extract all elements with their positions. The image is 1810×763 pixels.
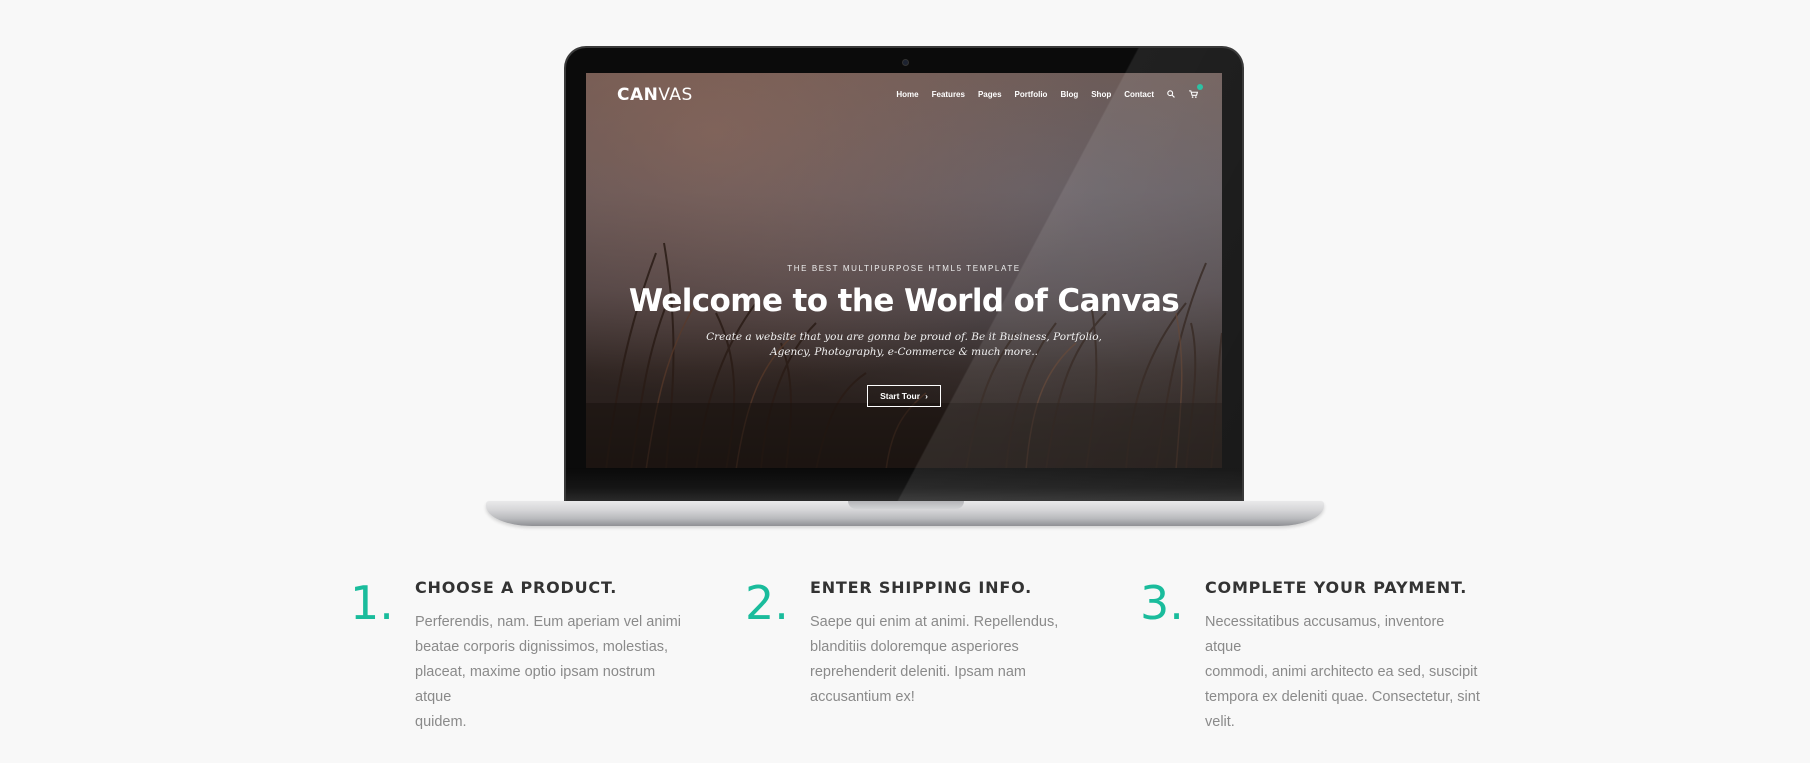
hero-description: Create a website that you are gonna be p… bbox=[704, 330, 1104, 360]
step-text-line: Saepe qui enim at animi. Repellendus, bbox=[810, 614, 1059, 630]
start-tour-button[interactable]: Start Tour › bbox=[867, 385, 941, 407]
nav-blog[interactable]: Blog bbox=[1060, 90, 1078, 99]
camera-icon bbox=[902, 59, 909, 66]
cart-icon[interactable] bbox=[1188, 84, 1203, 99]
step-text: Perferendis, nam. Eum aperiam vel animi … bbox=[415, 610, 691, 735]
laptop-base bbox=[486, 501, 1324, 526]
step-text-line: Necessitatibus accusamus, inventore atqu… bbox=[1205, 614, 1445, 655]
step-text-line: Perferendis, nam. Eum aperiam vel animi bbox=[415, 614, 681, 630]
step-text-line: beatae corporis dignissimos, molestias, bbox=[415, 639, 669, 655]
nav-features[interactable]: Features bbox=[932, 90, 965, 99]
step-text-line: placeat, maxime optio ipsam nostrum atqu… bbox=[415, 664, 656, 705]
step-1: 1. CHOOSE A PRODUCT. Perferendis, nam. E… bbox=[350, 570, 690, 730]
nav-portfolio[interactable]: Portfolio bbox=[1015, 90, 1048, 99]
logo-light-text: VAS bbox=[658, 85, 693, 105]
step-number: 1. bbox=[350, 576, 394, 630]
cart-count-badge bbox=[1197, 84, 1203, 90]
hero-desc-line-1: Create a website that you are gonna be p… bbox=[706, 331, 1102, 343]
step-text: Necessitatibus accusamus, inventore atqu… bbox=[1205, 610, 1481, 735]
step-text-line: tempora ex deleniti quae. Consectetur, s… bbox=[1205, 689, 1480, 705]
laptop-mockup: CANVAS Home Features Pages Portfolio Blo… bbox=[564, 46, 1244, 501]
search-icon[interactable] bbox=[1166, 89, 1176, 99]
step-text-line: commodi, animi architecto ea sed, suscip… bbox=[1205, 664, 1478, 680]
laptop-bezel-bottom bbox=[566, 468, 1242, 501]
nav-shop[interactable]: Shop bbox=[1091, 90, 1111, 99]
chevron-right-icon: › bbox=[925, 391, 928, 401]
step-2: 2. ENTER SHIPPING INFO. Saepe qui enim a… bbox=[745, 570, 1085, 720]
hero-title: Welcome to the World of Canvas bbox=[628, 283, 1180, 319]
step-3: 3. COMPLETE YOUR PAYMENT. Necessitatibus… bbox=[1140, 570, 1480, 730]
laptop-notch bbox=[848, 501, 964, 509]
site-nav: Home Features Pages Portfolio Blog Shop … bbox=[883, 84, 1203, 99]
laptop-screen: CANVAS Home Features Pages Portfolio Blo… bbox=[586, 73, 1222, 470]
site-logo[interactable]: CANVAS bbox=[617, 85, 693, 105]
step-text-line: reprehenderit deleniti. Ipsam nam bbox=[810, 664, 1027, 680]
nav-pages[interactable]: Pages bbox=[978, 90, 1002, 99]
start-tour-label: Start Tour bbox=[880, 391, 921, 401]
step-text-line: accusantium ex! bbox=[810, 689, 915, 705]
nav-home[interactable]: Home bbox=[896, 90, 918, 99]
step-text-line: blanditiis doloremque asperiores bbox=[810, 639, 1019, 655]
step-title: CHOOSE A PRODUCT. bbox=[415, 578, 618, 597]
step-title: ENTER SHIPPING INFO. bbox=[810, 578, 1033, 597]
hero-kicker: THE BEST MULTIPURPOSE HTML5 TEMPLATE bbox=[787, 264, 1021, 273]
step-text-line: velit. bbox=[1205, 714, 1235, 730]
step-number: 2. bbox=[745, 576, 789, 630]
step-text: Saepe qui enim at animi. Repellendus, bl… bbox=[810, 610, 1086, 710]
logo-bold-text: CAN bbox=[617, 85, 659, 105]
step-number: 3. bbox=[1140, 576, 1184, 630]
hero-desc-line-2: Agency, Photography, e-Commerce & much m… bbox=[769, 346, 1039, 358]
step-title: COMPLETE YOUR PAYMENT. bbox=[1205, 578, 1468, 597]
step-text-line: quidem. bbox=[415, 714, 467, 730]
nav-contact[interactable]: Contact bbox=[1124, 90, 1154, 99]
